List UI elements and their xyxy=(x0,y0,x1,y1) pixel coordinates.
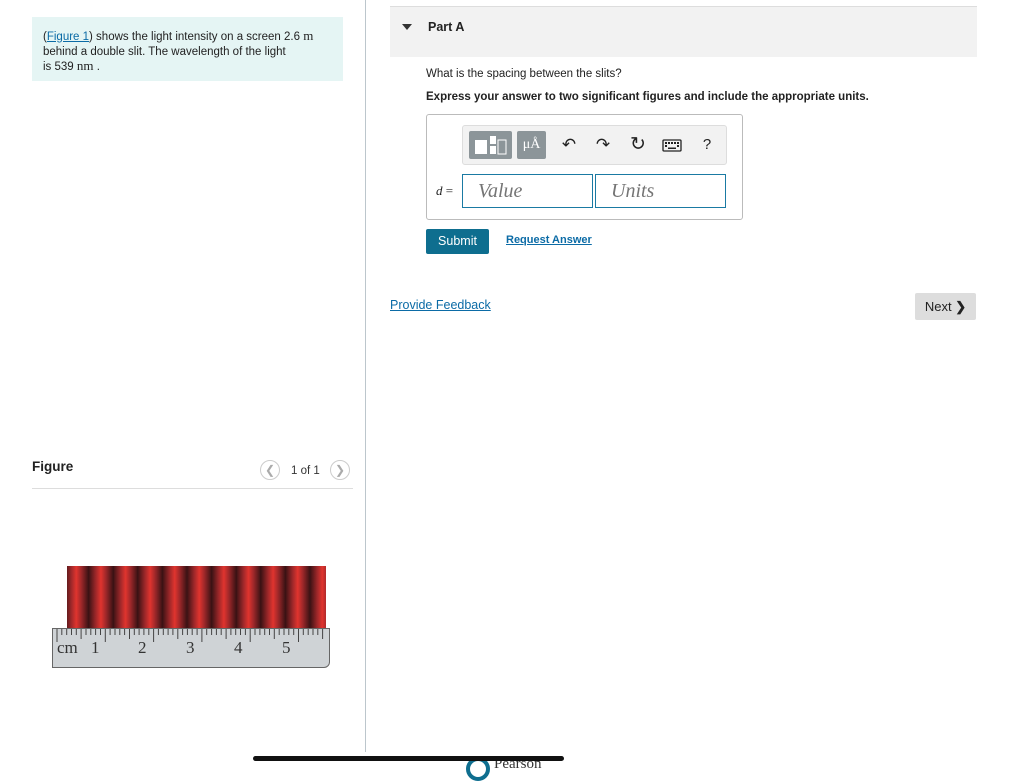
bright-fringe xyxy=(162,566,187,628)
instruction-text: Express your answer to two significant f… xyxy=(426,91,869,103)
figure-link[interactable]: Figure 1 xyxy=(47,31,89,43)
home-indicator[interactable] xyxy=(253,756,564,761)
units-input[interactable] xyxy=(595,174,726,208)
ruler-label-5: 5 xyxy=(282,638,291,657)
next-figure-button[interactable]: ❯ xyxy=(330,460,350,480)
figure-title: Figure xyxy=(32,459,74,474)
bright-fringe xyxy=(187,566,212,628)
variable-d: d xyxy=(436,183,443,198)
figure-pager: 1 of 1 xyxy=(291,465,320,477)
prev-figure-button[interactable]: ❮ xyxy=(260,460,280,480)
bright-fringe xyxy=(285,566,310,628)
figure-divider xyxy=(32,488,353,489)
panel-divider xyxy=(365,0,366,752)
next-button[interactable]: Next ❯ xyxy=(915,293,976,320)
undo-icon[interactable]: ↶ xyxy=(558,134,580,156)
bright-fringe xyxy=(88,566,114,628)
keyboard-icon[interactable] xyxy=(661,134,683,156)
chevron-right-icon: ❯ xyxy=(955,299,967,314)
provide-feedback-link[interactable]: Provide Feedback xyxy=(390,298,491,312)
problem-text-1: ) shows the light intensity on a screen … xyxy=(89,31,300,43)
ruler-label-3: 3 xyxy=(186,638,195,657)
next-label: Next xyxy=(924,299,952,314)
problem-text-3: is 539 xyxy=(43,61,74,73)
part-header[interactable] xyxy=(390,6,977,57)
submit-button[interactable]: Submit xyxy=(426,229,489,254)
question-text: What is the spacing between the slits? xyxy=(426,68,622,80)
unit-meters: m xyxy=(303,28,314,43)
templates-icon xyxy=(475,136,507,155)
centimeter-ruler: cm 1 2 3 4 5 xyxy=(52,628,330,668)
collapse-caret-icon[interactable] xyxy=(402,24,412,30)
units-button[interactable]: μÅ xyxy=(517,131,546,159)
bright-fringe xyxy=(67,566,89,628)
keyboard-glyph xyxy=(662,139,682,152)
part-title: Part A xyxy=(428,20,465,34)
bright-fringe xyxy=(260,566,286,628)
templates-button[interactable] xyxy=(469,131,512,159)
variable-label: d = xyxy=(436,183,453,199)
ruler-unit-label: cm xyxy=(57,638,78,657)
redo-icon[interactable]: ↷ xyxy=(592,134,614,156)
bright-fringe xyxy=(113,566,138,628)
ruler-label-2: 2 xyxy=(138,638,147,657)
help-icon[interactable]: ? xyxy=(696,134,718,156)
value-input[interactable] xyxy=(462,174,593,208)
bright-fringe xyxy=(211,566,237,628)
interference-pattern xyxy=(67,566,326,628)
ruler-label-1: 1 xyxy=(91,638,100,657)
bright-fringe xyxy=(310,566,326,628)
ruler-label-4: 4 xyxy=(234,638,243,657)
bright-fringe xyxy=(137,566,163,628)
period: . xyxy=(96,61,100,73)
problem-statement: (Figure 1) shows the light intensity on … xyxy=(32,17,343,81)
unit-nanometers: nm xyxy=(76,58,94,73)
equals-sign: = xyxy=(445,183,454,198)
request-answer-link[interactable]: Request Answer xyxy=(506,234,592,246)
bright-fringe xyxy=(236,566,261,628)
reset-icon[interactable]: ↻ xyxy=(627,134,649,156)
problem-text-2: behind a double slit. The wavelength of … xyxy=(43,45,286,58)
